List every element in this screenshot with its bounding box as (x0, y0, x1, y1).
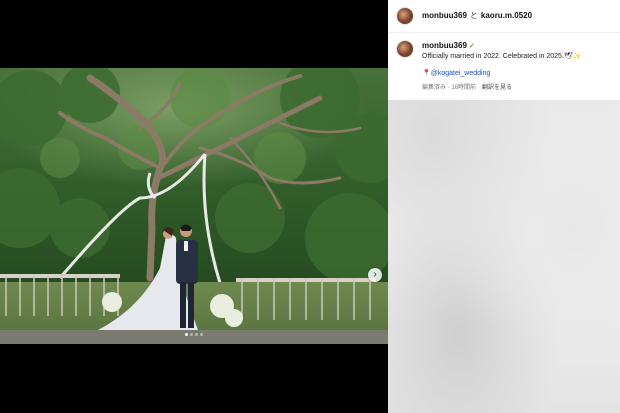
joiner-text: と (469, 11, 478, 20)
caption-username-row: monbuu369 ✓ (422, 41, 475, 50)
mention-row: 📍@kogatei_wedding (422, 69, 490, 77)
post-header: monbuu369 と kaoru.m.0520 (388, 0, 620, 33)
username-link[interactable]: monbuu369 (422, 41, 467, 50)
caption-text: Officially married in 2022. Celebrated i… (422, 53, 582, 60)
media-pane: › (0, 0, 388, 413)
wedding-photo: › (0, 68, 388, 344)
edited-label: 編集済み (422, 85, 447, 91)
carousel-indicator (0, 333, 388, 336)
avatar[interactable] (396, 7, 414, 25)
instagram-post-screen: › monbuu369 と kaoru.m.0520 monbuu369 ✓ Offi… (0, 0, 620, 413)
post-sidebar: monbuu369 と kaoru.m.0520 monbuu369 ✓ Offici… (388, 0, 620, 413)
avatar[interactable] (396, 40, 414, 58)
carousel-dot (195, 333, 198, 336)
timestamp: 16時間前 (451, 85, 477, 91)
carousel-dot (200, 333, 203, 336)
mention-link[interactable]: @kogatei_wedding (431, 70, 491, 77)
leaf-icon: ✓ (468, 43, 475, 50)
post-meta: 編集済み · 16時間前 翻訳を見る (422, 82, 512, 91)
username-link[interactable]: monbuu369 (422, 11, 467, 20)
blurred-comments-area (388, 100, 620, 413)
pin-icon: 📍 (422, 70, 431, 77)
collab-usernames: monbuu369 と kaoru.m.0520 (422, 10, 532, 21)
caption-block: monbuu369 ✓ Officially married in 2022. C… (388, 38, 620, 98)
chevron-right-icon: › (373, 269, 377, 280)
next-image-button[interactable]: › (368, 268, 382, 282)
carousel-dot (190, 333, 193, 336)
username-link[interactable]: kaoru.m.0520 (481, 11, 532, 20)
carousel-dot (185, 333, 188, 336)
see-translation-link[interactable]: 翻訳を見る (482, 85, 512, 91)
